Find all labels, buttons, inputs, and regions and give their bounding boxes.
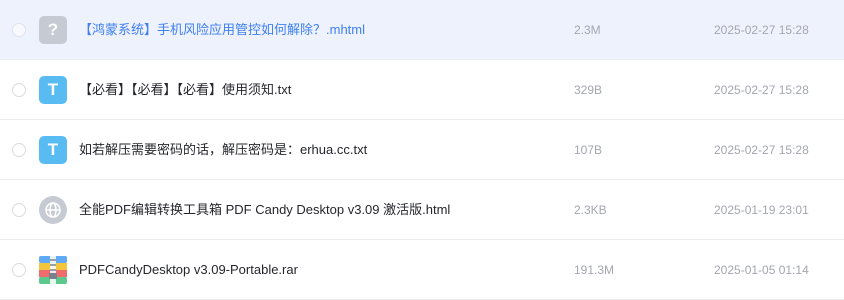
row-checkbox[interactable] — [12, 23, 26, 37]
file-row[interactable]: PDFCandyDesktop v3.09-Portable.rar 191.3… — [0, 240, 844, 300]
archive-file-icon — [39, 256, 67, 284]
globe-icon — [39, 196, 67, 224]
file-date: 2025-02-27 15:28 — [714, 23, 809, 37]
row-checkbox[interactable] — [12, 263, 26, 277]
unknown-file-icon: ? — [39, 16, 67, 44]
file-date: 2025-02-27 15:28 — [714, 83, 809, 97]
file-size: 191.3M — [574, 263, 615, 277]
file-date: 2025-01-19 23:01 — [714, 203, 809, 217]
file-row[interactable]: T 【必看】【必看】【必看】使用须知.txt 329B 2025-02-27 1… — [0, 60, 844, 120]
file-name[interactable]: 如若解压需要密码的话，解压密码是：erhua.cc.txt — [79, 120, 367, 180]
file-name[interactable]: 【必看】【必看】【必看】使用须知.txt — [79, 60, 291, 120]
row-checkbox[interactable] — [12, 203, 26, 217]
file-size: 2.3M — [574, 23, 601, 37]
text-file-icon: T — [39, 136, 67, 164]
file-name[interactable]: 【鸿蒙系统】手机风险应用管控如何解除？.mhtml — [79, 0, 365, 60]
file-date: 2025-02-27 15:28 — [714, 143, 809, 157]
file-size: 2.3KB — [574, 203, 607, 217]
row-checkbox[interactable] — [12, 83, 26, 97]
file-date: 2025-01-05 01:14 — [714, 263, 809, 277]
file-size: 329B — [574, 83, 603, 97]
file-size: 107B — [574, 143, 603, 157]
file-row[interactable]: T 如若解压需要密码的话，解压密码是：erhua.cc.txt 107B 202… — [0, 120, 844, 180]
text-file-icon: T — [39, 76, 67, 104]
file-row[interactable]: 全能PDF编辑转换工具箱 PDF Candy Desktop v3.09 激活版… — [0, 180, 844, 240]
file-row[interactable]: ? 【鸿蒙系统】手机风险应用管控如何解除？.mhtml 2.3M 2025-02… — [0, 0, 844, 60]
file-name[interactable]: PDFCandyDesktop v3.09-Portable.rar — [79, 240, 298, 300]
file-list: ? 【鸿蒙系统】手机风险应用管控如何解除？.mhtml 2.3M 2025-02… — [0, 0, 844, 300]
file-name[interactable]: 全能PDF编辑转换工具箱 PDF Candy Desktop v3.09 激活版… — [79, 180, 450, 240]
row-checkbox[interactable] — [12, 143, 26, 157]
